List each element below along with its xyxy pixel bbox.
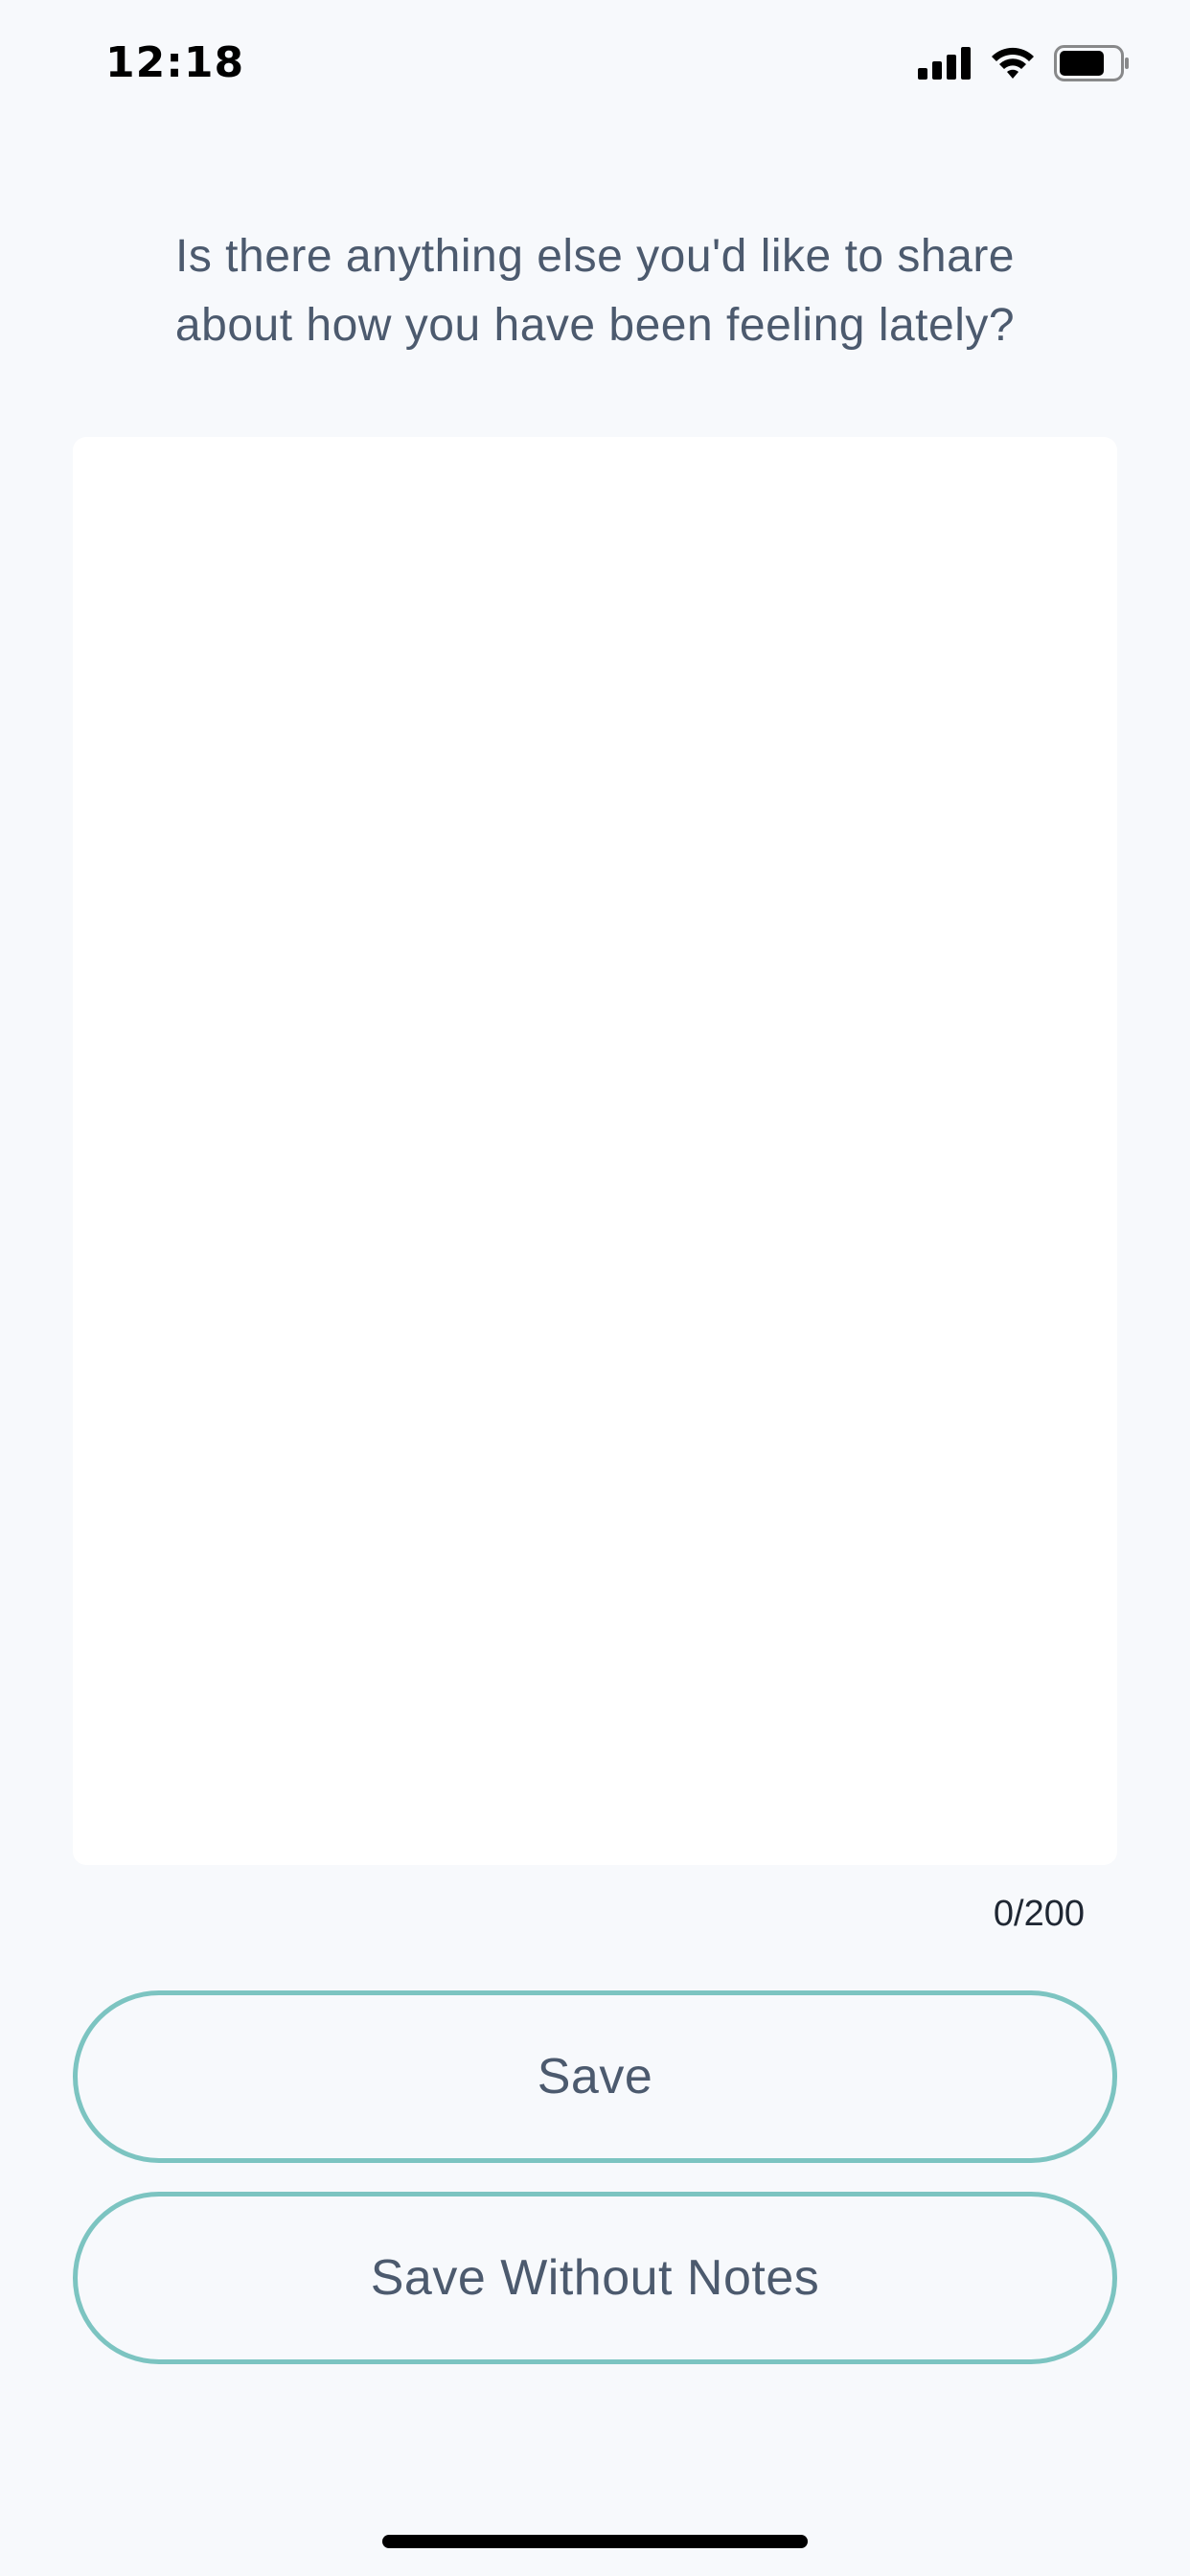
notes-text-area[interactable] [73, 437, 1117, 1865]
question-prompt-line-2: about how you have been feeling lately? [174, 300, 1016, 351]
home-indicator[interactable] [382, 2535, 808, 2548]
save-button[interactable]: Save [73, 1990, 1117, 2163]
wifi-icon [989, 46, 1037, 84]
question-prompt-line-1: Is there anything else you'd like to sha… [175, 231, 1015, 282]
save-without-notes-button[interactable]: Save Without Notes [73, 2192, 1117, 2364]
status-time: 12:18 [105, 38, 245, 87]
battery-icon [1054, 45, 1131, 85]
status-icons [918, 45, 1131, 85]
character-counter: 0/200 [993, 1894, 1085, 1934]
cellular-signal-icon [918, 47, 972, 83]
question-prompt: Is there anything else you'd like to sha… [115, 222, 1075, 360]
status-bar: 12:18 [0, 0, 1190, 134]
